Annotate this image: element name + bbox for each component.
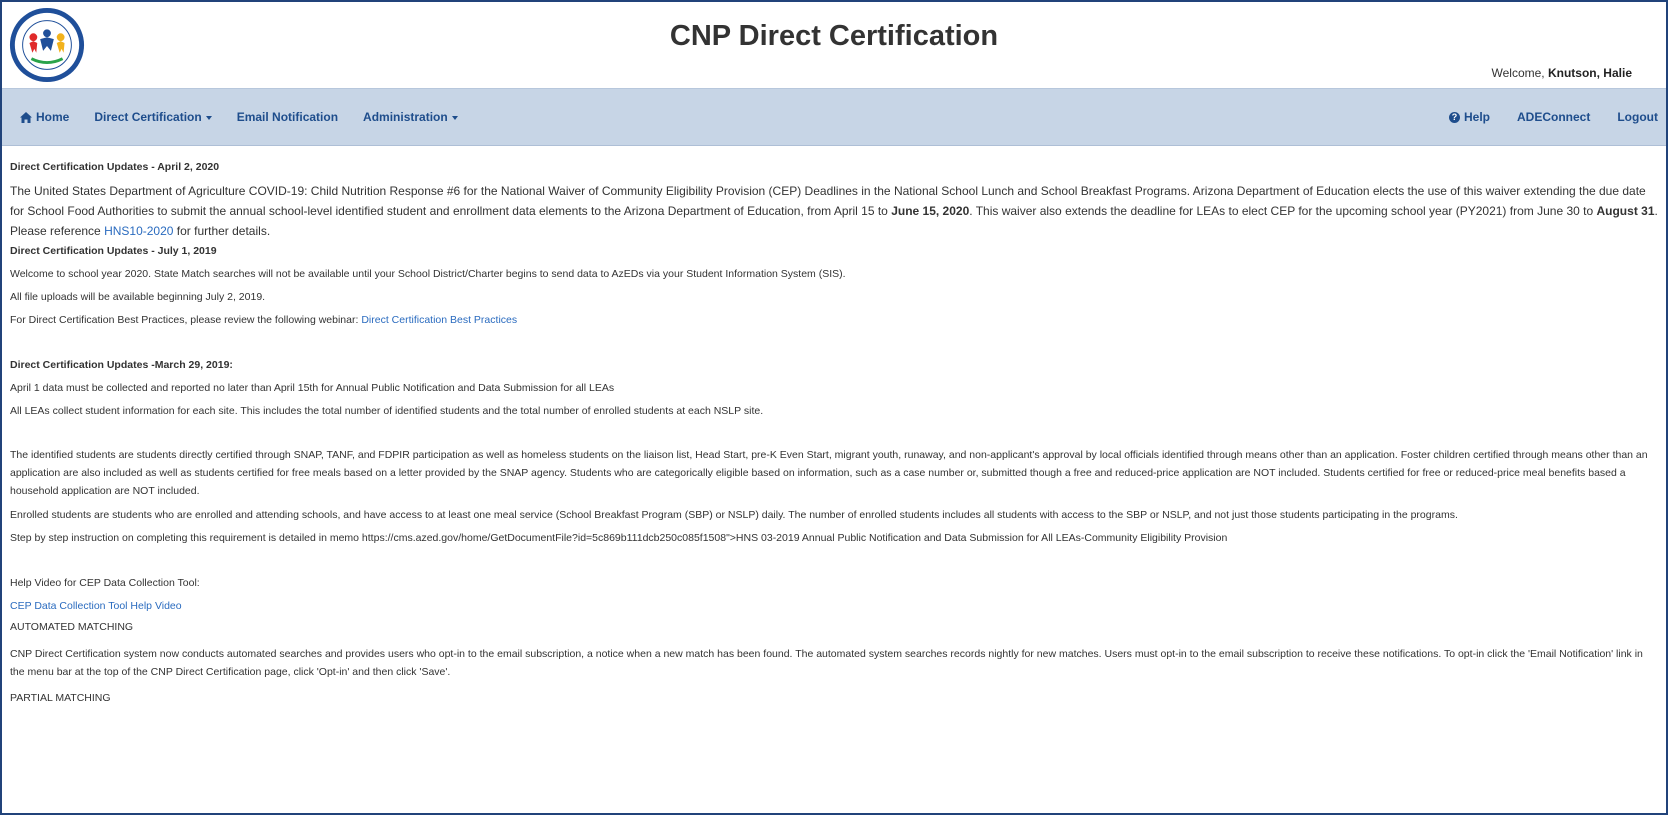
caret-down-icon [205,115,212,120]
hns10-2020-link[interactable]: HNS10-2020 [104,224,173,238]
march-2019-p2: All LEAs collect student information for… [10,405,764,417]
nav-right: ? Help ADEConnect Logout [1422,89,1658,145]
welcome-message: Welcome, Knutson, Halie [1492,66,1632,80]
march-2019-p4: Enrolled students are students who are e… [10,509,1458,521]
update-2019-p1: Welcome to school year 2020. State Match… [10,268,846,280]
help-circle-icon: ? [1448,111,1460,123]
nav-home-label: Home [36,110,70,124]
partial-matching-heading: PARTIAL MATCHING [10,692,111,704]
nav-left: Home Direct Certification Email Notifica… [20,89,483,145]
caret-down-icon [451,115,458,120]
nav-help-label: Help [1463,110,1490,124]
nav-adeconnect[interactable]: ADEConnect [1517,110,1590,124]
welcome-user: Knutson, Halie [1547,66,1632,80]
app-title: CNP Direct Certification [669,20,999,52]
main-content: Direct Certification Updates - April 2, … [10,160,1658,706]
nav-email-notification-label: Email Notification [236,110,339,124]
nav-adeconnect-label: ADEConnect [1517,110,1591,124]
update-2020-body: The United States Department of Agricult… [10,181,1658,241]
update-2020-text-4: for further details. [173,224,271,238]
header: CNP Direct Certification Welcome, Knutso… [2,2,1666,88]
march-2019-p5: Step by step instruction on completing t… [10,532,1228,544]
automated-matching-heading: AUTOMATED MATCHING [10,621,134,633]
march-2019-p3: The identified students are students dir… [10,449,1648,497]
update-2019-heading: Direct Certification Updates - July 1, 2… [10,245,217,257]
help-video-paragraph: CEP Data Collection Tool Help Video [10,599,1658,614]
update-2020-text-2: . This waiver also extends the deadline … [969,204,1597,218]
page-frame: CNP Direct Certification Welcome, Knutso… [0,0,1668,815]
nav-email-notification[interactable]: Email Notification [237,110,338,124]
home-icon [20,111,32,123]
update-2019-p2: All file uploads will be available begin… [10,291,266,303]
nav-help[interactable]: ? Help [1448,110,1490,124]
help-video-link[interactable]: CEP Data Collection Tool Help Video [10,600,182,612]
nav-logout-label: Logout [1617,110,1658,124]
update-2019-p3-text: For Direct Certification Best Practices,… [10,314,362,326]
nav-administration[interactable]: Administration [363,110,458,124]
update-2020-date-2: August 31 [1596,204,1655,218]
update-2020-heading: Direct Certification Updates - April 2, … [10,161,220,173]
help-video-label: Help Video for CEP Data Collection Tool: [10,577,200,589]
nav-administration-label: Administration [363,110,448,124]
nav-direct-certification-label: Direct Certification [94,110,202,124]
march-2019-p1: April 1 data must be collected and repor… [10,382,615,394]
nav-logout[interactable]: Logout [1617,110,1658,124]
best-practices-link[interactable]: Direct Certification Best Practices [361,314,517,326]
main-navbar: Home Direct Certification Email Notifica… [2,88,1666,146]
update-2020-date-1: June 15, 2020 [891,204,970,218]
automated-matching-p1: CNP Direct Certification system now cond… [10,648,1643,678]
nav-direct-certification[interactable]: Direct Certification [94,110,212,124]
update-2019-p3: For Direct Certification Best Practices,… [10,313,1658,328]
march-2019-heading: Direct Certification Updates -March 29, … [10,359,233,371]
nav-home[interactable]: Home [20,110,69,124]
welcome-prefix: Welcome, [1491,66,1548,80]
